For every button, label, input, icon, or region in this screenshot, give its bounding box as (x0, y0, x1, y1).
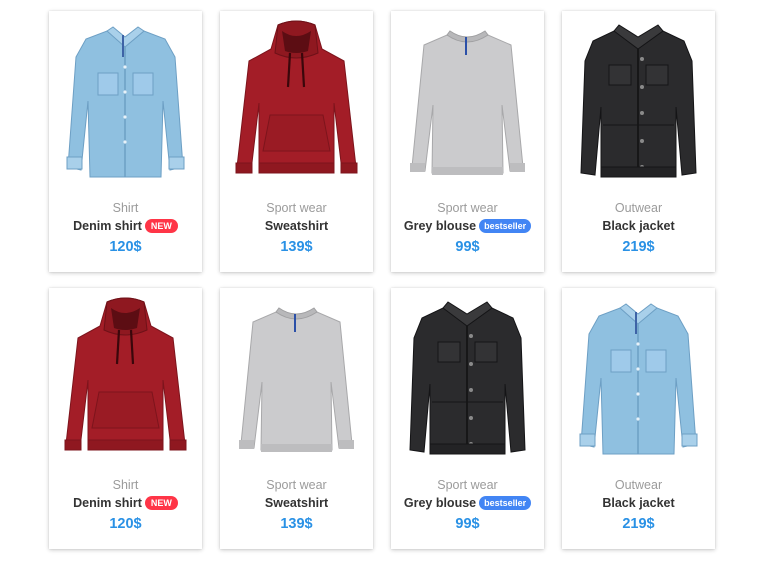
denim-shirt-image[interactable] (562, 294, 715, 469)
product-category: Outwear (614, 478, 663, 492)
product-card[interactable]: Sport wear Grey blouse bestseller 99$ (391, 288, 544, 549)
product-price: 99$ (455, 239, 480, 255)
product-category: Shirt (112, 478, 139, 492)
product-name-row: Grey blouse bestseller (391, 219, 544, 233)
product-category: Sport wear (437, 478, 498, 492)
product-name-link[interactable]: Sweatshirt (265, 496, 328, 510)
bestseller-badge: bestseller (479, 219, 532, 233)
red-hoodie-image[interactable] (220, 17, 373, 192)
product-card[interactable]: Sport wear Sweatshirt 139$ (220, 11, 373, 272)
product-price: 139$ (280, 516, 313, 532)
denim-shirt-image[interactable] (49, 17, 202, 192)
product-name-link[interactable]: Denim shirt (73, 496, 142, 510)
product-name-row: Sweatshirt (220, 219, 373, 233)
product-price: 120$ (109, 239, 142, 255)
product-name-row: Denim shirt NEW (49, 219, 202, 233)
product-price: 139$ (280, 239, 313, 255)
product-category: Shirt (112, 201, 139, 215)
black-jacket-image[interactable] (562, 17, 715, 192)
product-card[interactable]: Outwear Black jacket 219$ (562, 11, 715, 272)
product-card[interactable]: Sport wear Grey blouse bestseller 99$ (391, 11, 544, 272)
product-grid: Shirt Denim shirt NEW 120$ Sport wear Sweats… (0, 0, 773, 569)
product-name-link[interactable]: Denim shirt (73, 219, 142, 233)
red-hoodie-image[interactable] (49, 294, 202, 469)
product-card[interactable]: Outwear Black jacket 219$ (562, 288, 715, 549)
product-name-link[interactable]: Sweatshirt (265, 219, 328, 233)
product-name-link[interactable]: Grey blouse (404, 219, 476, 233)
product-category: Sport wear (266, 478, 327, 492)
product-name-row: Black jacket (562, 219, 715, 233)
product-price: 219$ (622, 239, 655, 255)
product-category: Outwear (614, 201, 663, 215)
product-name-row: Grey blouse bestseller (391, 496, 544, 510)
grey-sweater-image[interactable] (391, 17, 544, 192)
product-category: Sport wear (266, 201, 327, 215)
new-badge: NEW (144, 496, 178, 510)
product-price: 120$ (109, 516, 142, 532)
black-jacket-image[interactable] (391, 294, 544, 469)
product-card[interactable]: Sport wear Sweatshirt 139$ (220, 288, 373, 549)
new-badge: NEW (144, 219, 178, 233)
grey-sweater-image[interactable] (220, 294, 373, 469)
product-price: 219$ (622, 516, 655, 532)
product-name-link[interactable]: Black jacket (602, 219, 674, 233)
product-card[interactable]: Shirt Denim shirt NEW 120$ (49, 288, 202, 549)
product-price: 99$ (455, 516, 480, 532)
product-name-link[interactable]: Black jacket (602, 496, 674, 510)
product-name-row: Black jacket (562, 496, 715, 510)
product-name-link[interactable]: Grey blouse (404, 496, 476, 510)
product-card[interactable]: Shirt Denim shirt NEW 120$ (49, 11, 202, 272)
product-name-row: Sweatshirt (220, 496, 373, 510)
bestseller-badge: bestseller (479, 496, 532, 510)
product-name-row: Denim shirt NEW (49, 496, 202, 510)
product-category: Sport wear (437, 201, 498, 215)
